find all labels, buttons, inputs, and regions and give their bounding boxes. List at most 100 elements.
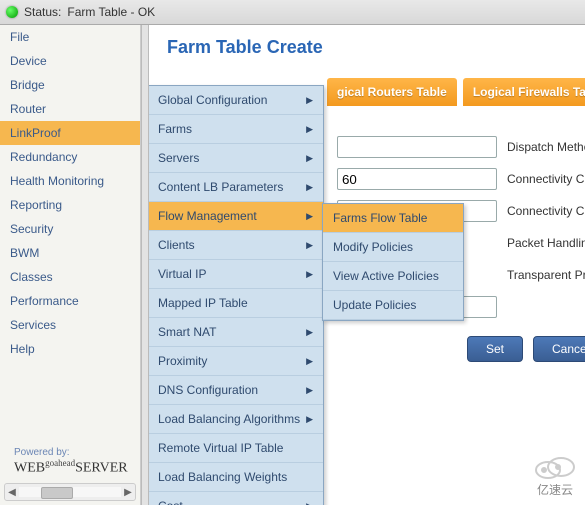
menu-label: Virtual IP xyxy=(158,267,206,281)
submenu-label: Update Policies xyxy=(333,298,416,312)
sidebar-item-linkproof[interactable]: LinkProof xyxy=(0,121,140,145)
sidebar-item-help[interactable]: Help xyxy=(0,337,140,361)
chevron-right-icon: ▶ xyxy=(306,124,313,135)
powered-web: WEB xyxy=(14,461,45,476)
chevron-right-icon: ▶ xyxy=(306,356,313,367)
submenu-view-active[interactable]: View Active Policies xyxy=(323,262,463,291)
sidebar-item-classes[interactable]: Classes xyxy=(0,265,140,289)
linkproof-menu: Global Configuration ▶ Farms ▶ Servers ▶ Co… xyxy=(149,85,324,505)
menu-servers[interactable]: Servers ▶ xyxy=(149,144,323,173)
label-conn2: Connectivity Chec xyxy=(507,204,585,218)
chevron-right-icon: ▶ xyxy=(306,385,313,396)
menu-label: Farms xyxy=(158,122,192,136)
powered-logo: WEBgoaheadSERVER xyxy=(14,458,128,477)
input-dispatch[interactable] xyxy=(337,136,497,158)
sidebar: File Device Bridge Router LinkProof Redu… xyxy=(0,25,141,505)
sidebar-item-redundancy[interactable]: Redundancy xyxy=(0,145,140,169)
submenu-farms-flow[interactable]: Farms Flow Table xyxy=(323,204,463,233)
sidebar-item-performance[interactable]: Performance xyxy=(0,289,140,313)
menu-clients[interactable]: Clients ▶ xyxy=(149,231,323,260)
input-conn1[interactable] xyxy=(337,168,497,190)
menu-label: Remote Virtual IP Table xyxy=(158,441,283,455)
row-dispatch: Dispatch Method: xyxy=(337,136,575,158)
status-value: Farm Table - OK xyxy=(67,5,155,19)
cancel-button[interactable]: Cancel xyxy=(533,336,585,362)
submenu-update-policies[interactable]: Update Policies xyxy=(323,291,463,320)
scroll-right-icon[interactable]: ▶ xyxy=(121,487,135,498)
scroll-track[interactable] xyxy=(19,487,121,497)
label-transparent: Transparent Proxy xyxy=(507,268,585,282)
menu-mapped-ip[interactable]: Mapped IP Table xyxy=(149,289,323,318)
label-packet: Packet Handling: xyxy=(507,236,585,250)
row-conn1: Connectivity Chec xyxy=(337,168,575,190)
tab-logical-firewalls[interactable]: Logical Firewalls Table xyxy=(463,78,585,106)
sidebar-item-file[interactable]: File xyxy=(0,25,140,49)
menu-label: Cost xyxy=(158,499,183,505)
menu-label: Load Balancing Weights xyxy=(158,470,287,484)
menu-remote-vip[interactable]: Remote Virtual IP Table xyxy=(149,434,323,463)
menu-lb-algorithms[interactable]: Load Balancing Algorithms ▶ xyxy=(149,405,323,434)
label-conn1: Connectivity Chec xyxy=(507,172,585,186)
menu-label: Global Configuration xyxy=(158,93,267,107)
sidebar-item-router[interactable]: Router xyxy=(0,97,140,121)
menu-virtual-ip[interactable]: Virtual IP ▶ xyxy=(149,260,323,289)
content-pane: Farm Table Create gical Routers Table Lo… xyxy=(149,25,585,505)
chevron-right-icon: ▶ xyxy=(306,240,313,251)
menu-farms[interactable]: Farms ▶ xyxy=(149,115,323,144)
label-dispatch: Dispatch Method: xyxy=(507,140,585,154)
chevron-right-icon: ▶ xyxy=(306,501,313,505)
menu-cost[interactable]: Cost ▶ xyxy=(149,492,323,505)
menu-smart-nat[interactable]: Smart NAT ▶ xyxy=(149,318,323,347)
chevron-right-icon: ▶ xyxy=(306,414,313,425)
scroll-thumb[interactable] xyxy=(41,487,73,499)
chevron-right-icon: ▶ xyxy=(306,153,313,164)
menu-global-config[interactable]: Global Configuration ▶ xyxy=(149,86,323,115)
flow-submenu: Farms Flow Table Modify Policies View Ac… xyxy=(322,203,464,321)
main-area: File Device Bridge Router LinkProof Redu… xyxy=(0,25,585,505)
status-led-icon xyxy=(6,6,18,18)
submenu-modify-policies[interactable]: Modify Policies xyxy=(323,233,463,262)
chevron-right-icon: ▶ xyxy=(306,269,313,280)
menu-dns-config[interactable]: DNS Configuration ▶ xyxy=(149,376,323,405)
pane-divider[interactable] xyxy=(141,25,149,505)
menu-proximity[interactable]: Proximity ▶ xyxy=(149,347,323,376)
submenu-label: View Active Policies xyxy=(333,269,439,283)
chevron-right-icon: ▶ xyxy=(306,327,313,338)
powered-by: Powered by: WEBgoaheadSERVER xyxy=(14,447,128,477)
powered-go: goahead xyxy=(45,458,75,468)
menu-lb-weights[interactable]: Load Balancing Weights xyxy=(149,463,323,492)
watermark-icon xyxy=(531,454,579,482)
menu-label: Mapped IP Table xyxy=(158,296,248,310)
chevron-right-icon: ▶ xyxy=(306,95,313,106)
menu-label: Smart NAT xyxy=(158,325,216,339)
menu-label: Servers xyxy=(158,151,199,165)
sidebar-item-bridge[interactable]: Bridge xyxy=(0,73,140,97)
page-title: Farm Table Create xyxy=(167,37,575,58)
set-button[interactable]: Set xyxy=(467,336,523,362)
watermark-text: 亿速云 xyxy=(537,481,573,498)
menu-label: Flow Management xyxy=(158,209,257,223)
submenu-label: Modify Policies xyxy=(333,240,413,254)
powered-server: SERVER xyxy=(75,461,128,476)
menu-label: Load Balancing Algorithms xyxy=(158,412,300,426)
menu-content-lb[interactable]: Content LB Parameters ▶ xyxy=(149,173,323,202)
chevron-right-icon: ▶ xyxy=(306,182,313,193)
menu-label: DNS Configuration xyxy=(158,383,258,397)
submenu-label: Farms Flow Table xyxy=(333,211,427,225)
menu-label: Proximity xyxy=(158,354,207,368)
sidebar-item-reporting[interactable]: Reporting xyxy=(0,193,140,217)
sidebar-item-device[interactable]: Device xyxy=(0,49,140,73)
sidebar-item-health[interactable]: Health Monitoring xyxy=(0,169,140,193)
sidebar-item-services[interactable]: Services xyxy=(0,313,140,337)
chevron-right-icon: ▶ xyxy=(306,211,313,222)
tab-logical-routers[interactable]: gical Routers Table xyxy=(327,78,457,106)
powered-prefix: Powered by: xyxy=(14,447,128,458)
menu-flow-management[interactable]: Flow Management ▶ xyxy=(149,202,323,231)
menu-label: Content LB Parameters xyxy=(158,180,283,194)
scroll-left-icon[interactable]: ◀ xyxy=(5,487,19,498)
status-label: Status: xyxy=(24,5,61,19)
sidebar-scrollbar[interactable]: ◀ ▶ xyxy=(4,483,136,501)
sidebar-item-bwm[interactable]: BWM xyxy=(0,241,140,265)
menu-label: Clients xyxy=(158,238,195,252)
sidebar-item-security[interactable]: Security xyxy=(0,217,140,241)
